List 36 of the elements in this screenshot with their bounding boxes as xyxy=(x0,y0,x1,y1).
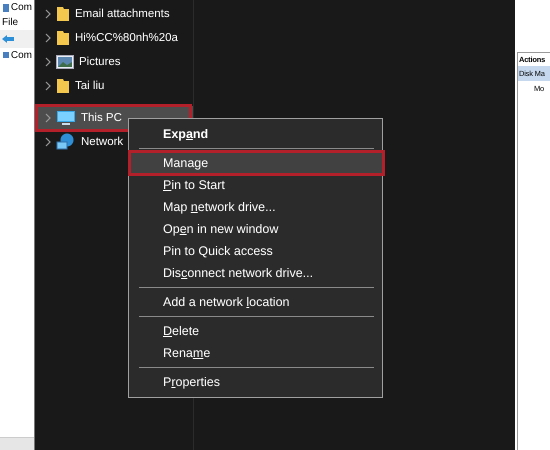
chevron-icon[interactable] xyxy=(45,81,51,91)
menu-item[interactable]: Add a network location xyxy=(129,291,382,313)
menu-item[interactable]: Pin to Start xyxy=(129,174,382,196)
network-icon xyxy=(56,133,76,151)
chevron-icon[interactable] xyxy=(45,57,51,67)
nav-label: Pictures xyxy=(79,56,121,68)
folder-icon xyxy=(56,6,70,22)
pictures-icon xyxy=(56,55,74,69)
tree-item[interactable]: Com xyxy=(10,50,32,61)
nav-label: Email attachments xyxy=(75,8,170,20)
chevron-icon[interactable] xyxy=(45,33,51,43)
folder-icon xyxy=(56,78,70,94)
menu-item[interactable]: Disconnect network drive... xyxy=(129,262,382,284)
window-title: Com xyxy=(10,2,32,13)
chevron-icon[interactable] xyxy=(45,137,51,147)
nav-item[interactable]: Tai liu xyxy=(35,74,193,98)
menu-item[interactable]: Pin to Quick access xyxy=(129,240,382,262)
chevron-icon[interactable] xyxy=(45,113,51,123)
nav-label: Tai liu xyxy=(75,80,104,92)
menu-item[interactable]: File xyxy=(2,17,18,28)
nav-item[interactable]: Hi%CC%80nh%20a xyxy=(35,26,193,50)
back-arrow-icon[interactable] xyxy=(2,35,14,43)
folder-icon xyxy=(56,30,70,46)
nav-label: Hi%CC%80nh%20a xyxy=(75,32,178,44)
menu-item[interactable]: Properties xyxy=(129,371,382,393)
menu-item[interactable]: Rename xyxy=(129,342,382,364)
menu-item[interactable]: Open in new window xyxy=(129,218,382,240)
scrollbar[interactable] xyxy=(0,437,34,450)
menu-item[interactable]: Manage xyxy=(129,152,382,174)
nav-item[interactable]: Pictures xyxy=(35,50,193,74)
nav-label: Network xyxy=(81,136,124,148)
menu-item[interactable]: Delete xyxy=(129,320,382,342)
nav-item[interactable]: Email attachments xyxy=(35,2,193,26)
chevron-icon[interactable] xyxy=(45,9,51,19)
nav-label: This PC xyxy=(81,112,122,124)
menu-item[interactable]: Map network drive... xyxy=(129,196,382,218)
